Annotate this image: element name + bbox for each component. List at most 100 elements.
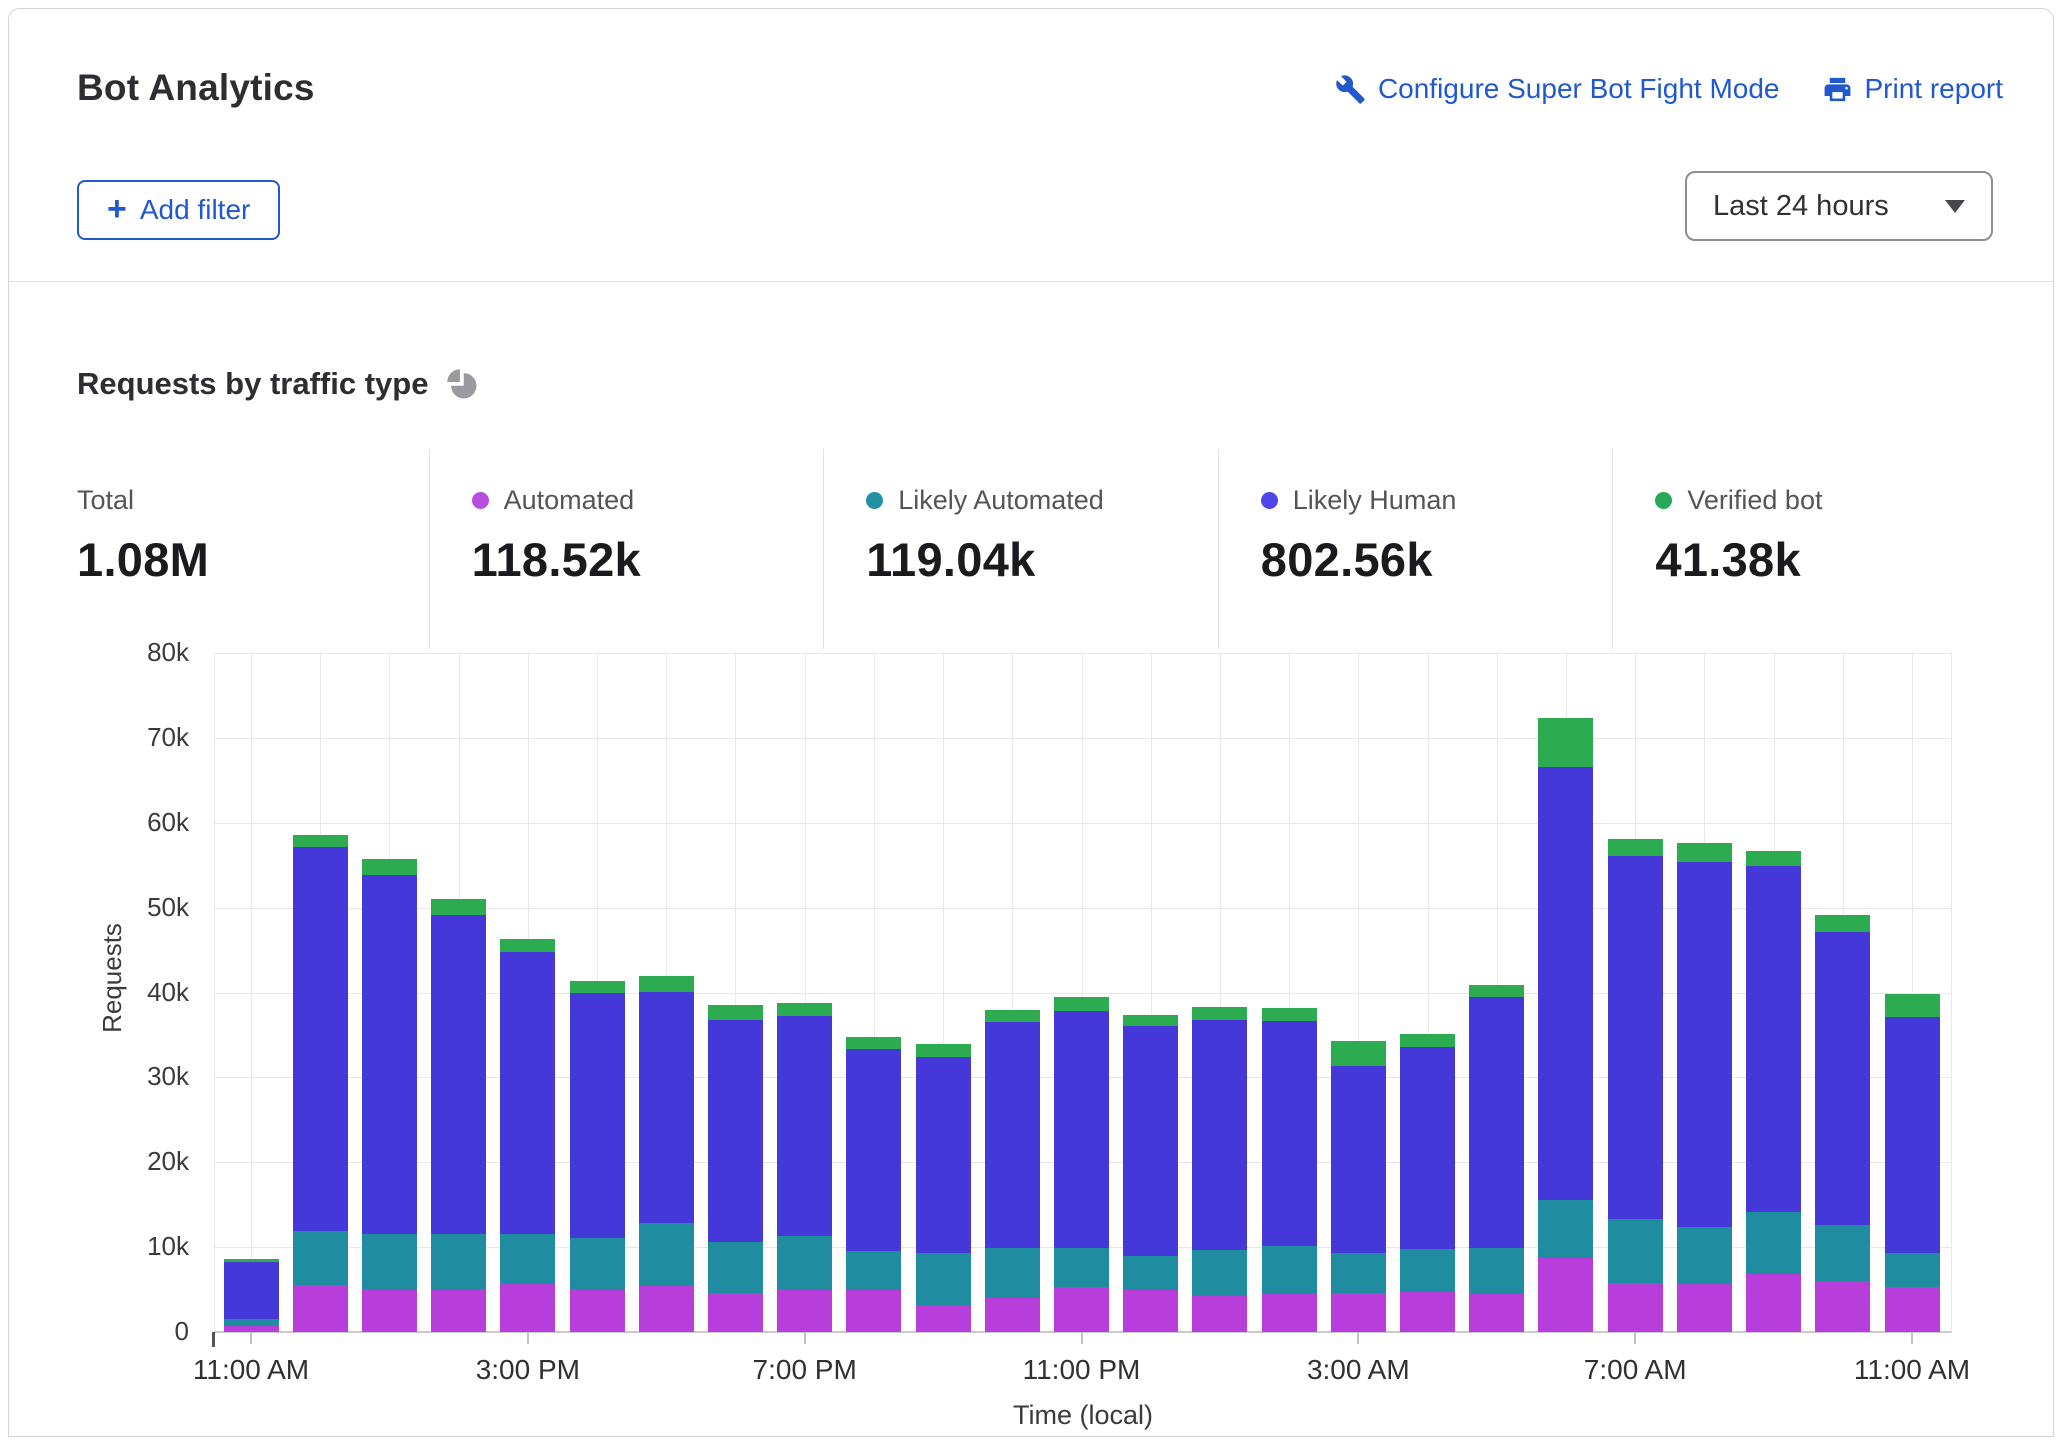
stat-column-likely-automated[interactable]: Likely Automated119.04k xyxy=(823,449,1218,649)
bar-segment-likely-human[interactable] xyxy=(1815,932,1870,1225)
bar-segment-verified-bot[interactable] xyxy=(1192,1007,1247,1020)
stacked-bar-hour-20[interactable] xyxy=(1608,839,1663,1332)
add-filter-button[interactable]: + Add filter xyxy=(77,180,280,240)
bar-segment-likely-automated[interactable] xyxy=(1608,1219,1663,1283)
bar-segment-likely-human[interactable] xyxy=(1538,767,1593,1201)
bar-segment-likely-automated[interactable] xyxy=(985,1248,1040,1298)
time-range-dropdown[interactable]: Last 24 hours xyxy=(1685,171,1993,241)
stacked-bar-hour-14[interactable] xyxy=(1192,1007,1247,1332)
stat-column-automated[interactable]: Automated118.52k xyxy=(429,449,824,649)
stacked-bar-hour-3[interactable] xyxy=(431,899,486,1332)
bar-segment-automated[interactable] xyxy=(777,1290,832,1332)
bar-segment-likely-automated[interactable] xyxy=(1331,1253,1386,1293)
bar-segment-verified-bot[interactable] xyxy=(1538,718,1593,767)
bar-segment-likely-automated[interactable] xyxy=(1262,1246,1317,1294)
stacked-bar-hour-10[interactable] xyxy=(916,1044,971,1332)
bar-segment-likely-human[interactable] xyxy=(1885,1017,1940,1253)
bar-segment-verified-bot[interactable] xyxy=(985,1010,1040,1023)
stacked-bar-hour-17[interactable] xyxy=(1400,1034,1455,1332)
bar-segment-likely-automated[interactable] xyxy=(1885,1253,1940,1287)
stacked-bar-hour-18[interactable] xyxy=(1469,985,1524,1332)
bar-segment-verified-bot[interactable] xyxy=(1677,843,1732,862)
bar-segment-automated[interactable] xyxy=(1815,1281,1870,1332)
bar-segment-likely-automated[interactable] xyxy=(1815,1225,1870,1281)
stacked-bar-hour-12[interactable] xyxy=(1054,997,1109,1332)
bar-segment-verified-bot[interactable] xyxy=(293,835,348,848)
bar-segment-likely-human[interactable] xyxy=(1192,1020,1247,1250)
bar-segment-likely-human[interactable] xyxy=(1469,997,1524,1248)
bar-segment-likely-human[interactable] xyxy=(1677,862,1732,1227)
stacked-bar-hour-6[interactable] xyxy=(639,976,694,1332)
bar-segment-likely-automated[interactable] xyxy=(1054,1248,1109,1287)
stacked-bar-hour-2[interactable] xyxy=(362,859,417,1332)
stacked-bar-hour-21[interactable] xyxy=(1677,843,1732,1332)
bar-segment-likely-automated[interactable] xyxy=(639,1223,694,1287)
bar-segment-likely-human[interactable] xyxy=(431,915,486,1234)
bar-segment-likely-human[interactable] xyxy=(1400,1047,1455,1249)
bar-segment-likely-automated[interactable] xyxy=(1123,1256,1178,1290)
bar-segment-verified-bot[interactable] xyxy=(916,1044,971,1057)
stacked-bar-hour-4[interactable] xyxy=(500,939,555,1332)
bar-segment-verified-bot[interactable] xyxy=(1815,915,1870,932)
bar-segment-verified-bot[interactable] xyxy=(570,981,625,994)
stat-column-total[interactable]: Total1.08M xyxy=(77,449,429,649)
bar-segment-automated[interactable] xyxy=(1331,1293,1386,1332)
stat-column-verified-bot[interactable]: Verified bot41.38k xyxy=(1612,449,2007,649)
bar-segment-automated[interactable] xyxy=(846,1290,901,1332)
bar-segment-verified-bot[interactable] xyxy=(846,1037,901,1050)
bar-segment-verified-bot[interactable] xyxy=(1746,851,1801,866)
bar-segment-automated[interactable] xyxy=(1608,1283,1663,1332)
bar-segment-automated[interactable] xyxy=(708,1293,763,1332)
bar-segment-verified-bot[interactable] xyxy=(362,859,417,875)
stacked-bar-hour-22[interactable] xyxy=(1746,851,1801,1332)
bar-segment-automated[interactable] xyxy=(362,1290,417,1332)
bar-segment-likely-automated[interactable] xyxy=(846,1251,901,1291)
stacked-bar-hour-24[interactable] xyxy=(1885,994,1940,1332)
bar-segment-automated[interactable] xyxy=(1677,1284,1732,1332)
bar-segment-likely-human[interactable] xyxy=(293,847,348,1231)
print-report-link[interactable]: Print report xyxy=(1822,73,2004,105)
bar-segment-likely-automated[interactable] xyxy=(1400,1249,1455,1292)
bar-segment-likely-automated[interactable] xyxy=(1469,1248,1524,1294)
stacked-bar-hour-9[interactable] xyxy=(846,1037,901,1332)
bar-segment-verified-bot[interactable] xyxy=(1054,997,1109,1011)
bar-segment-automated[interactable] xyxy=(431,1290,486,1332)
bar-segment-likely-human[interactable] xyxy=(777,1016,832,1236)
bar-segment-likely-automated[interactable] xyxy=(431,1234,486,1290)
bar-segment-automated[interactable] xyxy=(985,1298,1040,1332)
bar-segment-verified-bot[interactable] xyxy=(431,899,486,915)
bar-segment-verified-bot[interactable] xyxy=(1885,994,1940,1017)
bar-segment-likely-automated[interactable] xyxy=(293,1231,348,1285)
bar-segment-likely-human[interactable] xyxy=(1608,856,1663,1219)
bar-segment-automated[interactable] xyxy=(293,1285,348,1332)
bar-segment-automated[interactable] xyxy=(1123,1290,1178,1332)
bar-segment-likely-automated[interactable] xyxy=(1192,1250,1247,1296)
stacked-bar-hour-13[interactable] xyxy=(1123,1015,1178,1332)
bar-segment-likely-human[interactable] xyxy=(846,1049,901,1250)
bar-segment-likely-human[interactable] xyxy=(639,992,694,1223)
bar-segment-likely-automated[interactable] xyxy=(224,1319,279,1326)
bar-segment-likely-human[interactable] xyxy=(500,952,555,1234)
stacked-bar-hour-0[interactable] xyxy=(224,1259,279,1332)
bar-segment-likely-automated[interactable] xyxy=(708,1242,763,1293)
bar-segment-likely-human[interactable] xyxy=(362,875,417,1234)
bar-segment-verified-bot[interactable] xyxy=(777,1003,832,1017)
bar-segment-verified-bot[interactable] xyxy=(1608,839,1663,856)
stacked-bar-hour-15[interactable] xyxy=(1262,1008,1317,1332)
bar-segment-automated[interactable] xyxy=(1538,1258,1593,1332)
bar-segment-likely-human[interactable] xyxy=(985,1022,1040,1248)
bar-segment-likely-human[interactable] xyxy=(1262,1021,1317,1247)
bar-segment-automated[interactable] xyxy=(1262,1294,1317,1332)
bar-segment-likely-automated[interactable] xyxy=(1677,1227,1732,1285)
bar-segment-likely-automated[interactable] xyxy=(1746,1212,1801,1274)
stacked-bar-hour-11[interactable] xyxy=(985,1010,1040,1332)
bar-segment-likely-automated[interactable] xyxy=(777,1236,832,1289)
bar-segment-likely-human[interactable] xyxy=(1746,866,1801,1212)
bar-segment-likely-human[interactable] xyxy=(1123,1026,1178,1255)
stacked-bar-hour-8[interactable] xyxy=(777,1003,832,1332)
stat-column-likely-human[interactable]: Likely Human802.56k xyxy=(1218,449,1613,649)
bar-segment-automated[interactable] xyxy=(1054,1287,1109,1332)
bar-segment-automated[interactable] xyxy=(1746,1274,1801,1332)
bar-segment-automated[interactable] xyxy=(1192,1296,1247,1332)
bar-segment-likely-human[interactable] xyxy=(708,1020,763,1242)
